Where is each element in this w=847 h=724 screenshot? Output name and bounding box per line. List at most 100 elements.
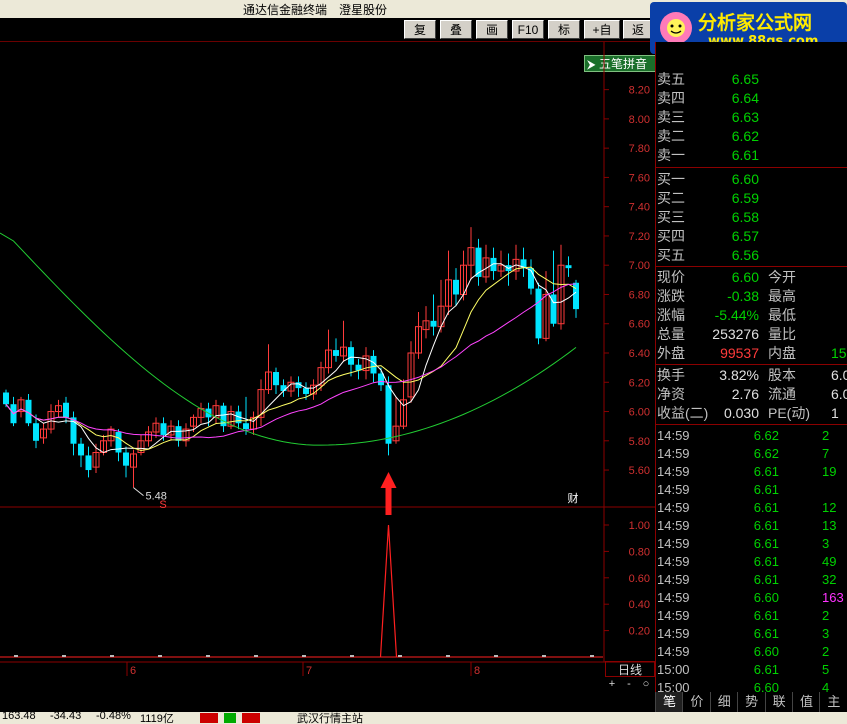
toolbar-button-6[interactable]: 返回 xyxy=(623,20,653,56)
kline-chart[interactable]: 8.20 8.00 7.80 7.60 7.40 7.20 7.00 6.80 6.60 6.40… xyxy=(0,42,655,692)
buy-level[interactable]: 买五 6.56 xyxy=(655,246,847,265)
stat-value: 2.76 xyxy=(731,386,759,402)
toolbar-button-1[interactable]: 叠加 xyxy=(440,20,472,56)
buy-level[interactable]: 买四 6.57 xyxy=(655,227,847,246)
price-axis-label: 8.00 xyxy=(629,114,650,126)
quote-tabs: 笔价细势联值主 xyxy=(655,692,847,712)
tick-volume: 163 xyxy=(822,590,844,605)
quote-tab-2[interactable]: 细 xyxy=(709,692,738,712)
price-axis-label: 7.80 xyxy=(629,143,650,155)
tick-time: 14:59 xyxy=(657,428,690,443)
quote-tab-6[interactable]: 主 xyxy=(819,692,847,712)
quote-tab-0[interactable]: 笔 xyxy=(655,692,683,712)
price-axis-label: 6.20 xyxy=(629,377,650,389)
tick-price: 6.61 xyxy=(753,500,779,515)
stat-value-2: 6.0 xyxy=(831,386,847,402)
period-selector[interactable]: 日线 xyxy=(605,661,655,677)
stat-label: 换手 xyxy=(657,367,685,383)
toolbar-button-0[interactable]: 复权 xyxy=(404,20,436,56)
stat-row: 涨跌 -0.38 最高 xyxy=(655,287,847,306)
stat-row: 涨幅 -5.44% 最低 xyxy=(655,306,847,325)
divider xyxy=(655,424,847,425)
tick-price: 6.61 xyxy=(753,626,779,641)
zoom-in-button[interactable]: + xyxy=(604,678,620,690)
buy-label: 买五 xyxy=(657,247,685,263)
toolbar-button-2[interactable]: 画线 xyxy=(476,20,508,56)
tick-price: 6.61 xyxy=(753,572,779,587)
toolbar-button-3[interactable]: F10 xyxy=(512,20,544,39)
buy-level[interactable]: 买二 6.59 xyxy=(655,189,847,208)
price-axis-label: 7.00 xyxy=(629,260,650,272)
buy-label: 买二 xyxy=(657,190,685,206)
price-axis-label: 6.80 xyxy=(629,289,650,301)
tick-volume: 13 xyxy=(822,518,837,533)
more-button[interactable]: ○ xyxy=(638,678,654,690)
price-axis-label: 6.00 xyxy=(629,407,650,419)
sell-level[interactable]: 卖五 6.65 xyxy=(655,70,847,89)
tick-volume: 2 xyxy=(822,644,830,659)
tick-price: 6.62 xyxy=(753,428,779,443)
tick-time: 14:59 xyxy=(657,626,690,641)
tick-price: 6.61 xyxy=(753,482,779,497)
buy-level[interactable]: 买一 6.60 xyxy=(655,170,847,189)
stat-label: 外盘 xyxy=(657,345,685,361)
candle-body xyxy=(85,455,92,471)
sell-level[interactable]: 卖一 6.61 xyxy=(655,146,847,165)
indicator-axis-label: 1.00 xyxy=(629,520,650,532)
stat-label: 现价 xyxy=(657,269,685,285)
sell-marker: S xyxy=(159,499,166,511)
divider xyxy=(655,364,847,365)
quote-tab-3[interactable]: 势 xyxy=(737,692,765,712)
tick-row: 14:59 6.61 13 xyxy=(655,517,847,535)
candle-body xyxy=(453,279,459,295)
sell-price: 6.61 xyxy=(731,147,759,163)
stat-label-2: 量比 xyxy=(768,326,796,342)
stat-value-2: 1 xyxy=(831,405,839,421)
quote-tab-1[interactable]: 价 xyxy=(682,692,710,712)
toolbar-button-5[interactable]: +自选 xyxy=(584,20,620,56)
date-grid-dot xyxy=(14,655,18,657)
price-axis-label: 5.80 xyxy=(629,436,650,448)
zoom-out-button[interactable]: - xyxy=(621,678,637,690)
date-grid-dot xyxy=(158,655,162,657)
buy-label: 买三 xyxy=(657,209,685,225)
sell-level[interactable]: 卖三 6.63 xyxy=(655,108,847,127)
quote-tab-4[interactable]: 联 xyxy=(764,692,793,712)
stat-row: 总量 253276 量比 xyxy=(655,325,847,344)
candle-body xyxy=(385,385,392,444)
candle-body xyxy=(573,282,579,310)
candle-body xyxy=(280,385,287,392)
date-grid-dot xyxy=(398,655,402,657)
buy-price: 6.58 xyxy=(731,209,759,225)
stat-value: 99537 xyxy=(720,345,759,361)
sell-level[interactable]: 卖二 6.62 xyxy=(655,127,847,146)
price-axis-label: 7.40 xyxy=(629,202,650,214)
sell-price: 6.63 xyxy=(731,109,759,125)
price-axis-label: 7.20 xyxy=(629,231,650,243)
stat-label: 净资 xyxy=(657,386,685,402)
buy-level[interactable]: 买三 6.58 xyxy=(655,208,847,227)
tick-row: 15:00 6.61 5 xyxy=(655,661,847,679)
quote-tab-5[interactable]: 值 xyxy=(792,692,820,712)
date-axis-label: 7 xyxy=(306,665,312,677)
tick-price: 6.61 xyxy=(753,518,779,533)
stat-value: 0.030 xyxy=(723,405,759,421)
stat-value-2: 153 xyxy=(831,345,847,361)
tick-row: 14:59 6.61 32 xyxy=(655,571,847,589)
toolbar-button-4[interactable]: 标记 xyxy=(548,20,580,56)
tick-volume: 3 xyxy=(822,626,830,641)
buy-price: 6.57 xyxy=(731,228,759,244)
tick-time: 14:59 xyxy=(657,536,690,551)
sell-level[interactable]: 卖四 6.64 xyxy=(655,89,847,108)
stat-row: 净资 2.76 流通 6.0 xyxy=(655,385,847,404)
zoom-controls: + - ○ xyxy=(603,678,655,692)
stat-value: 253276 xyxy=(712,326,759,342)
date-axis-label: 6 xyxy=(130,665,136,677)
tick-volume: 49 xyxy=(822,554,837,569)
date-grid-dot xyxy=(254,655,258,657)
stat-label-2: 流通 xyxy=(768,386,796,402)
tick-price: 6.61 xyxy=(753,536,779,551)
stat-label-2: 内盘 xyxy=(768,345,796,361)
sell-price: 6.62 xyxy=(731,128,759,144)
tick-row: 14:59 6.62 2 xyxy=(655,427,847,445)
